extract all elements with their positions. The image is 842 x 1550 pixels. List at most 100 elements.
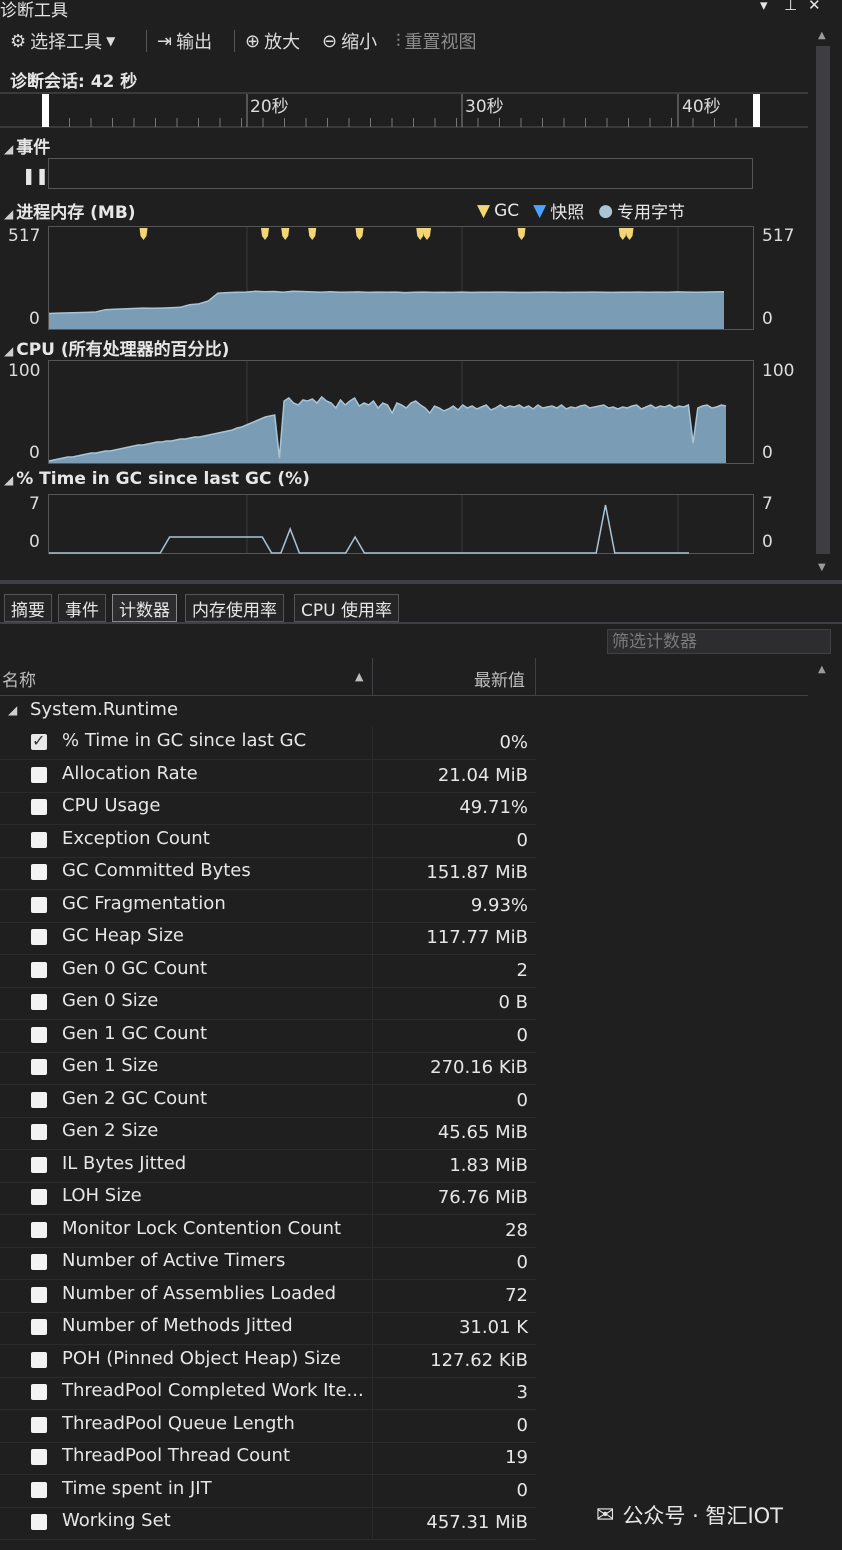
counter-row[interactable]: Number of Assemblies Loaded 72 [0, 1279, 536, 1313]
counter-row[interactable]: Gen 1 GC Count 0 [0, 1019, 536, 1053]
counter-row[interactable]: Gen 0 Size 0 B [0, 987, 536, 1020]
scroll-up-icon[interactable]: ▲ [818, 30, 826, 41]
counter-row[interactable]: % Time in GC since last GC 0% [0, 727, 536, 760]
counter-checkbox[interactable] [31, 1416, 47, 1433]
cpu-section-header[interactable]: ◢ CPU (所有处理器的百分比) [4, 335, 229, 360]
counter-row[interactable]: ThreadPool Thread Count 19 [0, 1442, 536, 1475]
counter-checkbox[interactable] [31, 864, 47, 880]
legend-snapshot: 快照 [550, 203, 585, 223]
scrollbar-thumb[interactable] [816, 46, 830, 554]
counter-checkbox[interactable] [31, 1351, 47, 1368]
pin-icon[interactable]: ⊥ [784, 0, 797, 14]
counter-checkbox[interactable] [31, 1156, 47, 1173]
panel-splitter[interactable] [0, 580, 842, 584]
counter-row[interactable]: IL Bytes Jitted 1.83 MiB [0, 1149, 536, 1183]
counter-checkbox[interactable] [31, 1254, 47, 1270]
counter-row[interactable]: Gen 0 GC Count 2 [0, 954, 536, 988]
scroll-up-icon[interactable]: ▲ [818, 664, 826, 675]
gc-marker [618, 228, 627, 240]
gear-icon: ⚙ [10, 30, 27, 52]
counter-row[interactable]: Number of Methods Jitted 31.01 K [0, 1312, 536, 1345]
group-row-system-runtime[interactable]: ◢ System.Runtime [0, 695, 536, 725]
counter-row[interactable]: Exception Count 0 [0, 824, 536, 858]
output-button[interactable]: ⇥ 输出 [157, 28, 212, 54]
counter-checkbox[interactable] [31, 1221, 47, 1238]
collapse-triangle-icon[interactable]: ◢ [8, 703, 17, 717]
timeline-start-handle[interactable] [42, 94, 49, 127]
counter-row[interactable]: GC Heap Size 117.77 MiB [0, 922, 536, 955]
tab-cpu-usage[interactable]: CPU 使用率 [294, 594, 399, 622]
filter-counters-input[interactable]: 筛选计数器 [607, 629, 831, 654]
gc-section-header[interactable]: ◢% Time in GC since last GC (%) [4, 469, 310, 489]
dropdown-icon[interactable]: ▾ [760, 0, 768, 14]
counter-row[interactable]: Allocation Rate 21.04 MiB [0, 759, 536, 793]
tab-counters[interactable]: 计数器 [112, 594, 177, 622]
counter-row[interactable]: GC Committed Bytes 151.87 MiB [0, 857, 536, 890]
timeline-end-handle[interactable] [753, 94, 760, 127]
counter-value: 31.01 K [458, 1317, 528, 1338]
counter-row[interactable]: Gen 2 GC Count 0 [0, 1084, 536, 1118]
counter-row[interactable]: Gen 1 Size 270.16 KiB [0, 1052, 536, 1085]
column-divider[interactable] [372, 658, 373, 695]
tab-memory-usage[interactable]: 内存使用率 [185, 594, 284, 622]
counter-row[interactable]: ThreadPool Queue Length 0 [0, 1409, 536, 1443]
counter-name: GC Fragmentation [62, 892, 226, 914]
counter-checkbox[interactable] [31, 994, 47, 1010]
counter-checkbox[interactable] [31, 961, 47, 978]
tab-events[interactable]: 事件 [58, 594, 106, 622]
counter-checkbox[interactable] [31, 1319, 47, 1335]
counter-checkbox[interactable] [31, 1189, 47, 1205]
counter-checkbox[interactable] [31, 1384, 47, 1400]
memory-section-header[interactable]: ◢ 进程内存 (MB) [4, 198, 136, 223]
counter-checkbox[interactable] [31, 1124, 47, 1140]
column-divider [372, 1344, 373, 1377]
column-divider [372, 1279, 373, 1312]
counter-row[interactable]: ThreadPool Completed Work Ite... 3 [0, 1377, 536, 1410]
events-section-header[interactable]: ◢ 事件 [4, 133, 50, 158]
tab-summary[interactable]: 摘要 [4, 594, 52, 622]
sort-ascending-icon[interactable]: ▲ [355, 670, 363, 683]
counter-name: GC Heap Size [62, 925, 184, 946]
counter-checkbox[interactable] [31, 831, 47, 848]
cpu-chart[interactable] [48, 360, 754, 464]
column-header-value[interactable]: 最新值 [474, 666, 525, 691]
counter-row[interactable]: Monitor Lock Contention Count 28 [0, 1214, 536, 1248]
close-icon[interactable]: ✕ [808, 0, 821, 14]
counter-checkbox[interactable] [31, 799, 47, 815]
counter-row[interactable]: Working Set 457.31 MiB [0, 1507, 536, 1540]
zoom-out-button[interactable]: ⊖ 缩小 [322, 28, 377, 54]
events-track[interactable] [48, 158, 753, 189]
column-divider [372, 1149, 373, 1182]
toolbar: ⚙ 选择工具 ▼ ⇥ 输出 ⊕ 放大 ⊖ 缩小 ⫶ 重置视图 [0, 26, 812, 58]
counter-row[interactable]: POH (Pinned Object Heap) Size 127.62 KiB [0, 1344, 536, 1378]
column-divider[interactable] [535, 658, 536, 695]
reset-view-button[interactable]: ⫶ 重置视图 [396, 28, 477, 54]
counter-checkbox[interactable] [31, 1091, 47, 1108]
counter-checkbox[interactable] [31, 1514, 47, 1530]
gc-chart[interactable] [48, 494, 754, 554]
chart-area-series [49, 291, 724, 329]
memory-chart[interactable] [48, 226, 754, 330]
select-tool-button[interactable]: ⚙ 选择工具 ▼ [10, 28, 115, 54]
counter-checkbox[interactable] [31, 896, 47, 913]
counter-row[interactable]: CPU Usage 49.71% [0, 792, 536, 825]
counter-checkbox[interactable] [31, 731, 47, 750]
zoom-in-button[interactable]: ⊕ 放大 [245, 28, 300, 54]
counter-row[interactable]: GC Fragmentation 9.93% [0, 889, 536, 923]
counter-checkbox[interactable] [31, 929, 47, 945]
counter-checkbox[interactable] [31, 1449, 47, 1465]
counter-checkbox[interactable] [31, 1059, 47, 1075]
scroll-down-icon[interactable]: ▼ [818, 562, 826, 573]
counter-checkbox[interactable] [31, 1481, 47, 1498]
counter-checkbox[interactable] [31, 1026, 47, 1043]
collapse-triangle-icon: ◢ [4, 142, 14, 156]
counter-row[interactable]: Gen 2 Size 45.65 MiB [0, 1117, 536, 1150]
column-header-name[interactable]: 名称 [2, 666, 36, 691]
counter-checkbox[interactable] [31, 766, 47, 783]
pause-icon[interactable]: ❚❚ [22, 166, 49, 185]
counter-row[interactable]: Number of Active Timers 0 [0, 1247, 536, 1280]
counter-row[interactable]: Time spent in JIT 0 [0, 1474, 536, 1508]
group-label: System.Runtime [30, 699, 179, 720]
counter-row[interactable]: LOH Size 76.76 MiB [0, 1182, 536, 1215]
counter-checkbox[interactable] [31, 1286, 47, 1303]
